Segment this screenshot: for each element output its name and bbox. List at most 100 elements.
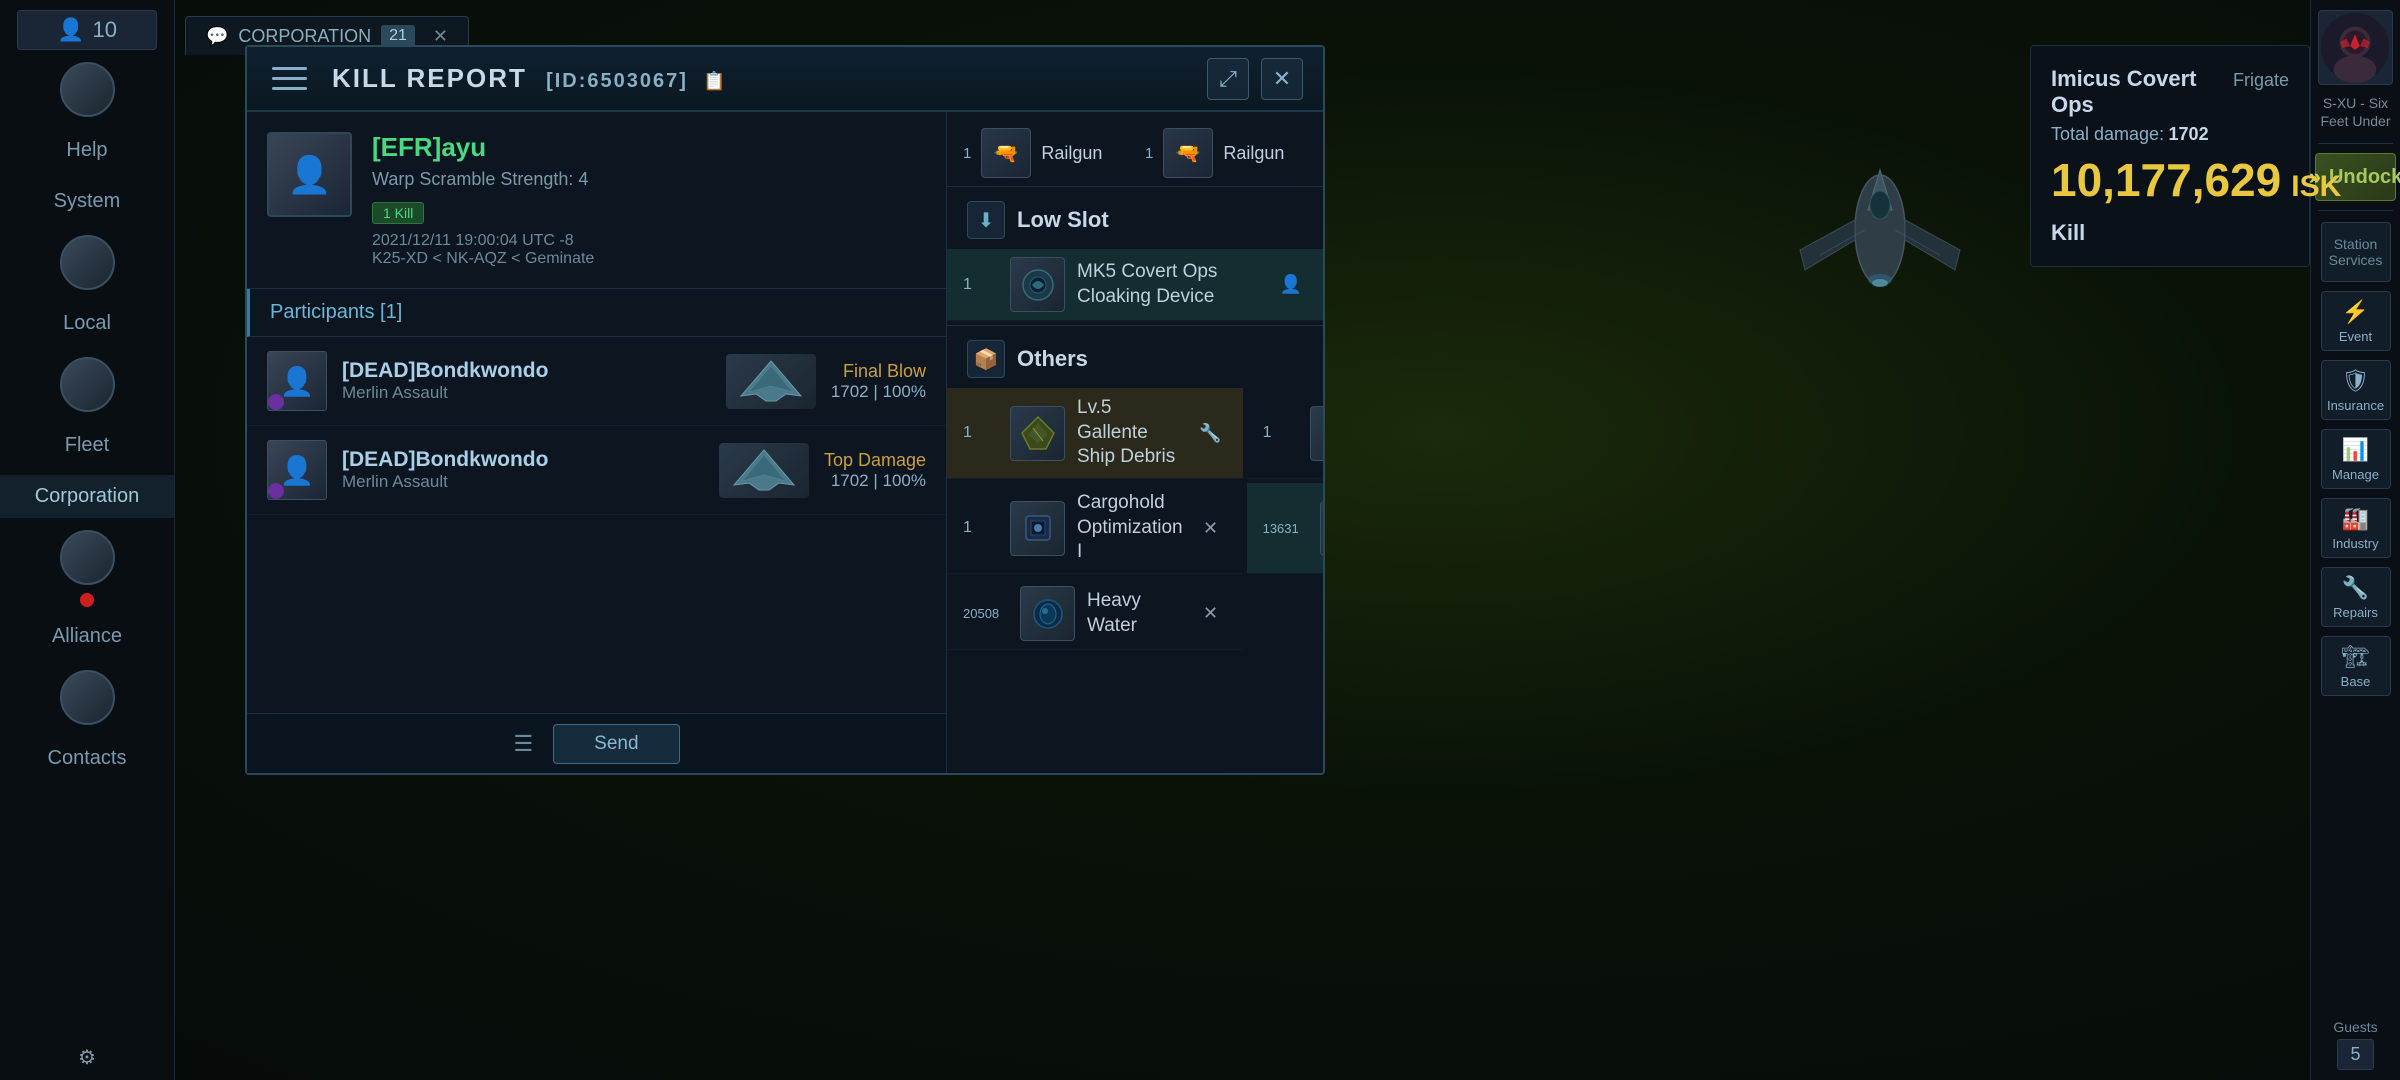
chat-icon: 💬 (206, 26, 228, 47)
participant-stats-2: Top Damage 1702 | 100% (824, 450, 926, 491)
sidebar-item-fleet[interactable]: Fleet (0, 424, 174, 467)
heavy-water-left-icon (1020, 586, 1075, 641)
participant-name-1: [DEAD]Bondkwondo (342, 359, 711, 383)
low-slot-title: Low Slot (1017, 207, 1109, 233)
kill-badge: 1 Kill (372, 202, 424, 224)
rt-repairs-button[interactable]: 🔧 Repairs (2321, 567, 2391, 627)
cargohold-close-icon[interactable]: ✕ (1195, 512, 1227, 544)
damage-label: Total damage: (2051, 124, 2164, 144)
participant-avatar-2: 👤 (267, 440, 327, 500)
modal-content: 👤 [EFR]ayu Warp Scramble Strength: 4 1 K… (247, 112, 1323, 773)
final-blow-label: Final Blow (831, 361, 926, 382)
sidebar-item-alliance[interactable]: Alliance (0, 615, 174, 658)
insurance-icon: 🛡 (2342, 368, 2370, 394)
rt-industry-button[interactable]: 🏭 Industry (2321, 498, 2391, 558)
mk5-action-icon[interactable]: 👤 (1275, 269, 1307, 301)
menu-button[interactable] (267, 56, 312, 101)
repairs-icon: 🔧 (2342, 575, 2369, 601)
pilot-attr: Warp Scramble Strength: 4 (372, 169, 926, 190)
cargohold-right-row[interactable]: 1 Cargohold Optimization I (1247, 388, 1323, 479)
others-title: Others (1017, 346, 1088, 372)
participant-row[interactable]: 👤 [DEAD]Bondkwondo Merlin Assault (247, 337, 946, 426)
rt-manage-button[interactable]: 📊 Manage (2321, 429, 2391, 489)
sidebar-item-help[interactable]: Help (0, 129, 174, 172)
mk5-cloaking-icon (1010, 257, 1065, 312)
rt-insurance-button[interactable]: 🛡 Insurance (2321, 360, 2391, 420)
close-button[interactable]: ✕ (1261, 58, 1303, 100)
debris-name: Lv.5 Gallente Ship Debris (1077, 396, 1183, 470)
modal-footer: ☰ Send (247, 713, 946, 773)
footer-menu-icon[interactable]: ☰ (513, 731, 533, 757)
expand-button[interactable]: ⤢ (1207, 58, 1249, 100)
copy-icon[interactable]: 📋 (703, 71, 727, 91)
rt-event-button[interactable]: ⚡ Event (2321, 291, 2391, 351)
others-items-grid: 1 Lv.5 Gallente Ship Debris 🔧 (947, 388, 1323, 650)
debris-action-icon[interactable]: 🔧 (1195, 417, 1227, 449)
sidebar-item-system[interactable]: System (0, 180, 174, 223)
player-icon: 👤 (57, 17, 84, 43)
participant-info-1: [DEAD]Bondkwondo Merlin Assault (342, 359, 711, 403)
modal-left-panel: 👤 [EFR]ayu Warp Scramble Strength: 4 1 K… (247, 112, 947, 773)
participant-ship-2: Merlin Assault (342, 472, 704, 492)
pilot-name[interactable]: [EFR]ayu (372, 132, 926, 163)
railgun-name-left: Railgun (1041, 143, 1102, 164)
participant-info-2: [DEAD]Bondkwondo Merlin Assault (342, 448, 704, 492)
sidebar-item-local[interactable]: Local (0, 302, 174, 345)
kill-location: K25-XD < NK-AQZ < Geminate (372, 250, 926, 268)
ship-display (1740, 120, 2020, 340)
low-slot-items: 1 MK5 Covert Ops Cloaking Device 👤 (947, 249, 1323, 321)
participant-stats-1: Final Blow 1702 | 100% (831, 361, 926, 402)
heavy-water-right-qty: 13631 (1263, 521, 1308, 536)
participant-damage-2: 1702 | 100% (824, 471, 926, 491)
pilot-avatar-img: 👤 (269, 134, 350, 215)
low-slot-header: ⬇ Low Slot (947, 191, 1323, 249)
guests-label: Guests (2333, 1019, 2377, 1035)
corp-tab-badge: 21 (381, 25, 415, 47)
guests-count: 5 (2337, 1039, 2373, 1070)
kill-outcome: Kill (2051, 220, 2289, 246)
participant-rank-badge (268, 394, 284, 410)
rt-location: S-XU - Six Feet Under (2311, 90, 2400, 134)
sidebar-item-gear[interactable]: ⚙ (0, 1035, 174, 1080)
sidebar-item-contacts[interactable]: Contacts (0, 737, 174, 780)
sidebar-player-count[interactable]: 👤 10 (17, 10, 157, 50)
sidebar-item-corporation[interactable]: Corporation (0, 475, 174, 518)
participant-rank-badge-2 (268, 483, 284, 499)
ship-thumbnail-2 (719, 443, 809, 498)
cargohold-left-name: Cargohold Optimization I (1077, 491, 1183, 565)
rt-base-button[interactable]: 🏗 Base (2321, 636, 2391, 696)
event-icon: ⚡ (2342, 299, 2369, 325)
railgun-icon-left: 🔫 (981, 128, 1031, 178)
avatar-2 (60, 235, 115, 290)
items-scroll[interactable]: 1 🔫 Railgun 1 🔫 Railgun ⬇ Low Slot (947, 112, 1323, 773)
heavy-water-left-row[interactable]: 20508 Heavy Water ✕ (947, 578, 1243, 650)
cargohold-right-icon (1310, 406, 1323, 461)
participant-ship-1: Merlin Assault (342, 383, 711, 403)
participant-row-2[interactable]: 👤 [DEAD]Bondkwondo Merlin Assault (247, 426, 946, 515)
heavy-water-left-qty: 20508 (963, 606, 1008, 621)
cargohold-left-row[interactable]: 1 Cargohold Optimization I ✕ (947, 483, 1243, 574)
others-icon: 📦 (967, 340, 1005, 378)
railgun-name-right: Railgun (1223, 143, 1284, 164)
participant-name-2: [DEAD]Bondkwondo (342, 448, 704, 472)
kill-time: 2021/12/11 19:00:04 UTC -8 (372, 232, 926, 250)
pilot-info: 👤 [EFR]ayu Warp Scramble Strength: 4 1 K… (247, 112, 946, 289)
damage-value: 1702 (2169, 124, 2209, 144)
avatar-5 (60, 670, 115, 725)
ship-class: Imicus Covert Ops (2051, 66, 2225, 118)
participants-section: Participants [1] 👤 [DEAD]Bondkwondo Merl… (247, 289, 946, 713)
send-button[interactable]: Send (553, 724, 679, 764)
corp-tab-close[interactable]: ✕ (433, 26, 448, 47)
isk-value: 10,177,629 (2051, 157, 2281, 203)
heavy-water-right-row[interactable]: 13631 Heavy Water 👤 (1247, 483, 1323, 574)
mk5-cloaking-row[interactable]: 1 MK5 Covert Ops Cloaking Device 👤 (947, 249, 1323, 321)
pilot-details: [EFR]ayu Warp Scramble Strength: 4 1 Kil… (372, 132, 926, 268)
heavy-water-close-icon[interactable]: ✕ (1195, 598, 1227, 630)
modal-actions: ⤢ ✕ (1207, 58, 1303, 100)
sidebar: 👤 10 Help System Local Fleet Corporation… (0, 0, 175, 1080)
debris-row[interactable]: 1 Lv.5 Gallente Ship Debris 🔧 (947, 388, 1243, 479)
others-header: 📦 Others (947, 330, 1323, 388)
pilot-avatar: 👤 (267, 132, 352, 217)
low-slot-icon: ⬇ (967, 201, 1005, 239)
heavy-water-left-name: Heavy Water (1087, 589, 1183, 638)
